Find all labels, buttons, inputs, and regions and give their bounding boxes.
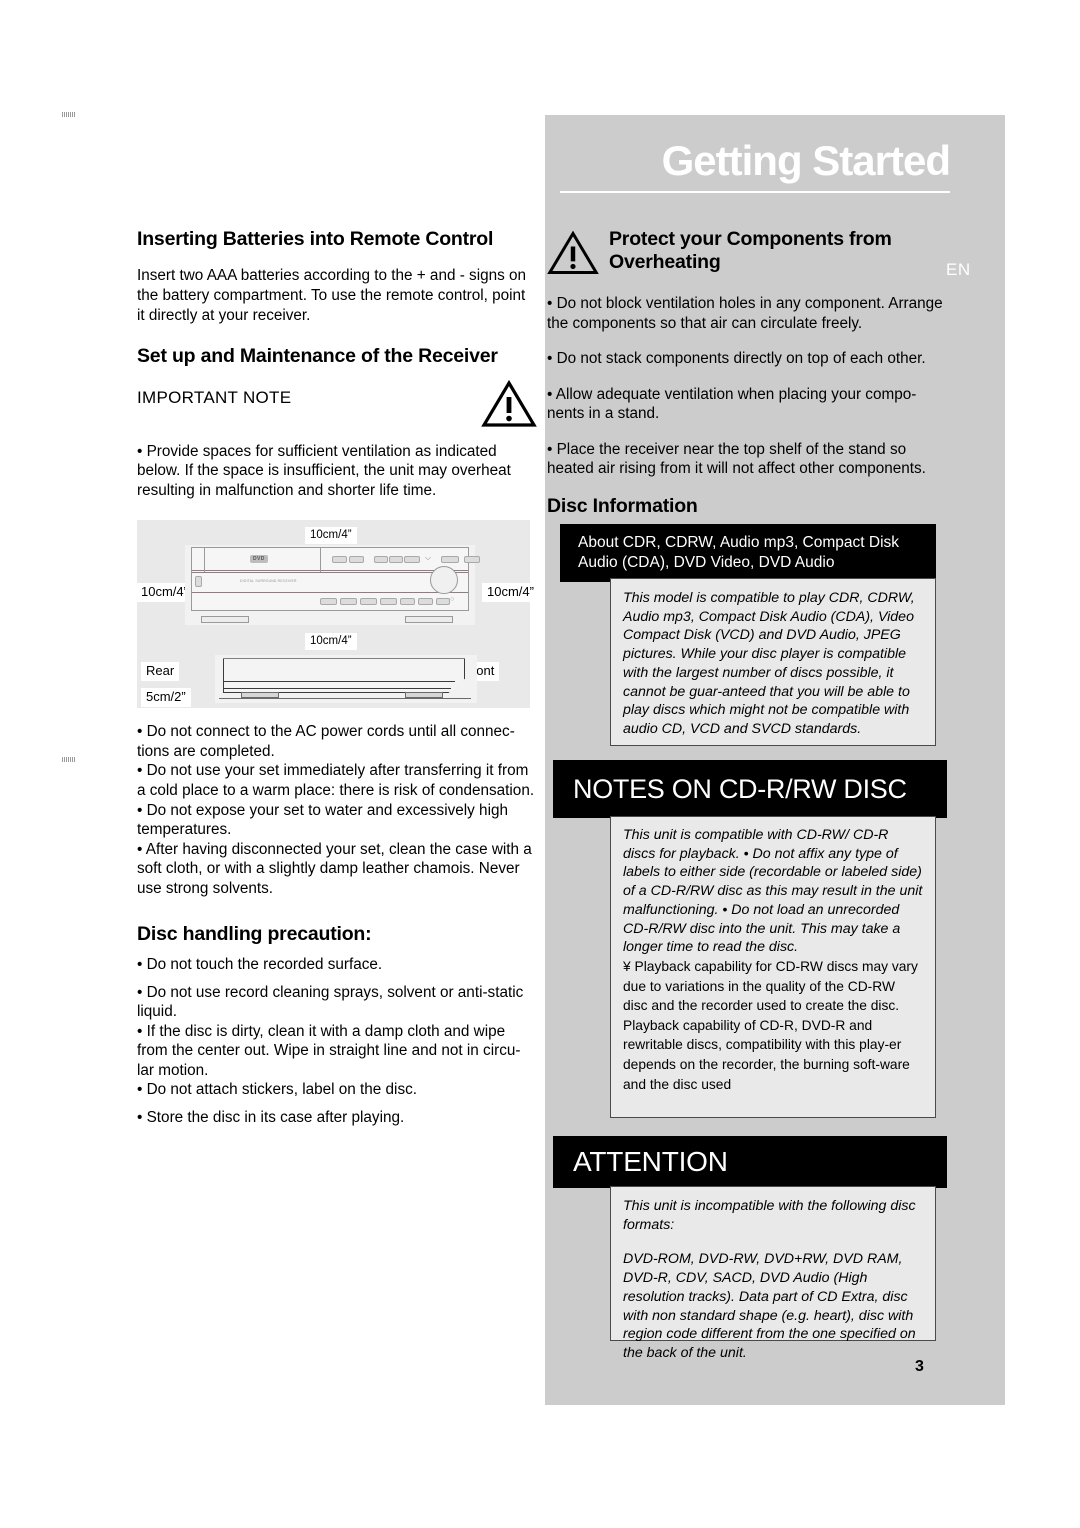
receiver-top-button bbox=[332, 556, 347, 564]
diagram-label-right: 10cm/4” bbox=[482, 583, 539, 602]
heading-inserting-batteries: Inserting Batteries into Remote Control bbox=[137, 228, 494, 250]
receiver-headphone-jack-icon: ○ bbox=[450, 596, 455, 604]
receiver-front-view: DVD ⌵ DIGITAL SURROUND RECEIVER ○ bbox=[185, 545, 480, 626]
heading-protect-overheating: Protect your Components from Overheating bbox=[609, 228, 892, 273]
receiver-bottom-button bbox=[400, 598, 415, 606]
list-item: • Do not attach stickers, label on the d… bbox=[137, 1081, 417, 1099]
receiver-bottom-button bbox=[360, 598, 377, 606]
dvd-logo-icon: DVD bbox=[250, 555, 268, 564]
receiver-bottom-button bbox=[418, 598, 433, 606]
list-item: • Do not use your set immediately after … bbox=[137, 762, 535, 800]
receiver-bottom-button bbox=[380, 598, 397, 606]
receiver-volume-knob bbox=[430, 566, 458, 595]
receiver-front-line-3 bbox=[192, 592, 468, 594]
registration-mark-left-middle bbox=[62, 757, 76, 762]
important-note-label: IMPORTANT NOTE bbox=[137, 387, 292, 407]
page-title: Getting Started bbox=[661, 137, 951, 184]
receiver-top-button bbox=[404, 556, 420, 564]
notes-cdr-body-box: This unit is compatible with CD-RW/ CD-R… bbox=[610, 816, 936, 1118]
disc-handling-bullet-list: • Do not touch the recorded surface. • D… bbox=[137, 955, 537, 1128]
list-item: • After having disconnected your set, cl… bbox=[137, 840, 532, 897]
receiver-front-line-1 bbox=[192, 570, 468, 572]
notes-cdr-plain-text: ¥ Playback capability for CD-RW discs ma… bbox=[623, 959, 918, 1092]
receiver-ground-line bbox=[219, 698, 471, 700]
warning-triangle-icon bbox=[547, 230, 599, 274]
receiver-front-divider-2 bbox=[320, 548, 321, 573]
receiver-front-body: DVD ⌵ DIGITAL SURROUND RECEIVER ○ bbox=[191, 547, 480, 612]
list-item: • Allow adequate ventilation when placin… bbox=[547, 385, 917, 423]
attention-banner: ATTENTION bbox=[553, 1136, 947, 1188]
attention-intro-text: This unit is incompatible with the follo… bbox=[623, 1198, 916, 1233]
list-item: • Do not touch the recorded surface. bbox=[137, 955, 383, 973]
receiver-side-line-1 bbox=[223, 681, 455, 683]
registration-mark-top-left bbox=[62, 112, 76, 117]
receiver-foot-right bbox=[405, 616, 453, 624]
receiver-model-text: DIGITAL SURROUND RECEIVER bbox=[240, 579, 297, 584]
paragraph-ventilation-note: • Provide spaces for sufficient ventilat… bbox=[137, 442, 511, 499]
list-item: • Do not use record cleaning sprays, sol… bbox=[137, 983, 524, 1021]
diagram-label-bottom: 5cm/2” bbox=[141, 688, 191, 707]
receiver-antenna-icon: ⌵ bbox=[425, 553, 432, 563]
heading-setup-maintenance: Set up and Maintenance of the Receiver bbox=[137, 345, 498, 368]
receiver-bottom-button bbox=[320, 598, 337, 606]
receiver-power-button bbox=[195, 576, 202, 588]
notes-cdr-banner: NOTES ON CD-R/RW DISC bbox=[553, 760, 947, 818]
list-item: • Place the receiver near the top shelf … bbox=[547, 440, 926, 478]
setup-bullet-list: • Do not connect to the AC power cords u… bbox=[137, 722, 537, 898]
overheating-heading-row: Protect your Components from Overheating bbox=[547, 228, 947, 276]
list-item: • Do not block ventilation holes in any … bbox=[547, 295, 943, 332]
receiver-front-line-2 bbox=[192, 572, 468, 574]
receiver-bottom-button bbox=[436, 598, 450, 606]
heading-disc-handling: Disc handling precaution: bbox=[137, 922, 372, 945]
page-banner: Getting Started bbox=[560, 137, 951, 193]
receiver-side-line-2 bbox=[223, 688, 451, 690]
receiver-top-button bbox=[374, 556, 388, 564]
receiver-side-view bbox=[215, 655, 477, 704]
receiver-top-button bbox=[441, 556, 459, 564]
language-code-label: EN bbox=[946, 260, 971, 279]
diagram-label-rear: Rear bbox=[141, 662, 180, 681]
banner-divider bbox=[560, 191, 950, 193]
warning-triangle-icon bbox=[481, 379, 537, 427]
receiver-front-divider-1 bbox=[204, 548, 205, 573]
diagram-label-middle: 10cm/4” bbox=[305, 633, 357, 650]
list-item: • Do not expose your set to water and ex… bbox=[137, 801, 508, 839]
receiver-top-button bbox=[389, 556, 403, 564]
list-item: • Do not connect to the AC power cords u… bbox=[137, 723, 515, 760]
diagram-label-top: 10cm/4” bbox=[305, 527, 357, 544]
attention-formats-text: DVD-ROM, DVD-RW, DVD+RW, DVD RAM, DVD-R,… bbox=[623, 1251, 916, 1362]
important-note-row: IMPORTANT NOTE bbox=[137, 379, 537, 428]
left-column: Inserting Batteries into Remote Control … bbox=[136, 228, 539, 1128]
paragraph-inserting-batteries: Insert two AAA batteries according to th… bbox=[137, 267, 527, 324]
attention-body-box: This unit is incompatible with the follo… bbox=[610, 1186, 936, 1361]
overheating-bullet-list: • Do not block ventilation holes in any … bbox=[547, 294, 947, 479]
heading-disc-information: Disc Information bbox=[547, 495, 698, 518]
receiver-top-button bbox=[464, 556, 480, 564]
disc-information-body-box: This model is compatible to play CDR, CD… bbox=[610, 578, 936, 746]
receiver-bottom-button bbox=[340, 598, 357, 606]
page-number: 3 bbox=[915, 1358, 924, 1375]
receiver-top-button bbox=[349, 556, 364, 564]
receiver-foot-left bbox=[201, 616, 249, 624]
notes-cdr-italic-text: This unit is compatible with CD-RW/ CD-R… bbox=[623, 827, 923, 956]
document-page: Getting Started EN Inserting Batteries i… bbox=[0, 0, 1080, 1528]
ventilation-diagram: 10cm/4” 10cm/4” 10cm/4” 10cm/4” Rear Fro… bbox=[136, 520, 539, 709]
right-column: Protect your Components from Overheating… bbox=[547, 228, 947, 528]
disc-information-black-box: About CDR, CDRW, Audio mp3, Compact Disk… bbox=[560, 524, 936, 583]
list-item: • Store the disc in its case after playi… bbox=[137, 1108, 405, 1126]
list-item: • If the disc is dirty, clean it with a … bbox=[137, 1022, 521, 1079]
list-item: • Do not stack components directly on to… bbox=[547, 350, 926, 368]
